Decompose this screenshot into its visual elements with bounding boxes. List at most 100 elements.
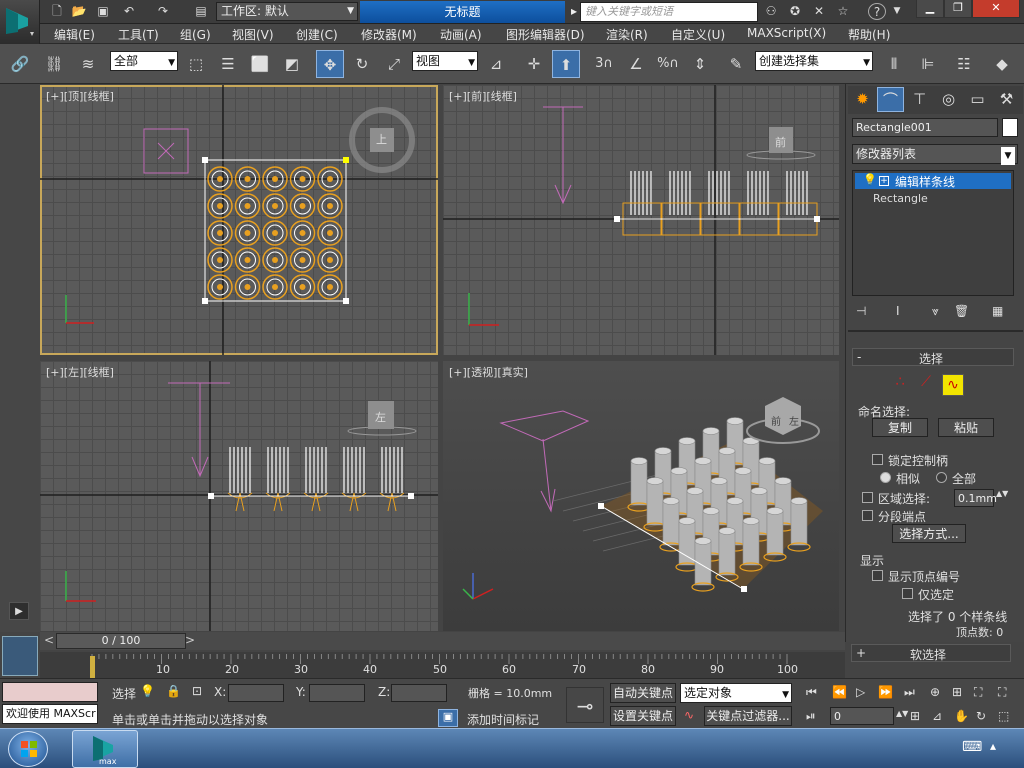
modify-tab-icon[interactable]: ⌒ (877, 87, 904, 112)
expand-icon[interactable]: + (879, 176, 889, 186)
segment-end-checkbox[interactable] (862, 510, 873, 521)
area-select-field[interactable]: 0.1mm (954, 489, 997, 507)
workspace-dropdown[interactable]: 工作区: 默认 ▼ (216, 2, 358, 21)
stack-item-edit-spline[interactable]: 💡 + 编辑样条线 (855, 173, 1011, 189)
area-select-checkbox[interactable] (862, 492, 873, 503)
viewcube-top-label[interactable]: 上 (376, 131, 387, 147)
menu-group[interactable]: 组(G) (180, 26, 211, 43)
pan-icon[interactable]: ✋ (954, 709, 969, 723)
menu-modifiers[interactable]: 修改器(M) (361, 26, 417, 43)
isolate-toggle-icon[interactable]: 💡 (140, 684, 155, 698)
viewport-top[interactable]: [+][顶][线框] 上 (40, 85, 438, 355)
absolute-mode-icon[interactable]: ⊡ (192, 684, 202, 698)
motion-tab-icon[interactable]: ◎ (935, 87, 962, 112)
viewcube-left-label[interactable]: 左 (375, 409, 386, 425)
open-file-icon[interactable]: 📂 (70, 3, 88, 20)
select-by-button[interactable]: 选择方式... (892, 524, 966, 543)
mirror-icon[interactable]: ⫴ (880, 50, 908, 78)
menu-customize[interactable]: 自定义(U) (671, 26, 725, 43)
selection-lock-icon[interactable]: 🔒 (166, 684, 181, 698)
bind-space-warp-icon[interactable]: ≋ (74, 50, 102, 78)
select-and-move-icon[interactable]: ✥ (316, 50, 344, 78)
pin-stack-icon[interactable]: ⊣ (856, 304, 866, 318)
time-next-icon[interactable]: > (185, 633, 195, 647)
project-folder-icon[interactable]: ▤ (192, 3, 210, 20)
viewcube-front-label[interactable]: 前 (775, 134, 786, 150)
viewport-left[interactable]: [+][左][线框] 左 (40, 361, 438, 631)
named-selection-set-dropdown[interactable]: 创建选择集 ▼ (755, 51, 873, 71)
add-time-tag-label[interactable]: 添加时间标记 (467, 711, 539, 728)
display-tab-icon[interactable]: ▭ (964, 87, 991, 112)
window-crossing-icon[interactable]: ◩ (278, 50, 306, 78)
select-and-rotate-icon[interactable]: ↻ (348, 50, 376, 78)
angle-snap-icon[interactable]: ∠ (622, 50, 650, 78)
goto-end-icon[interactable]: ⏭ (904, 685, 915, 700)
keyboard-tray-icon[interactable]: ⌨ (962, 739, 982, 755)
z-coordinate-field[interactable] (391, 684, 447, 702)
field-of-view-icon[interactable]: ⊿ (932, 709, 942, 723)
key-filters-button[interactable]: 关键点过滤器... (704, 706, 792, 726)
lock-handles-checkbox[interactable] (872, 454, 883, 465)
selection-rollout-header[interactable]: - 选择 (852, 348, 1014, 366)
menu-animation[interactable]: 动画(A) (440, 26, 482, 43)
redo-icon[interactable]: ↷ (154, 3, 172, 20)
goto-start-icon[interactable]: ⏮ (806, 685, 817, 700)
menu-views[interactable]: 视图(V) (232, 26, 274, 43)
subscription-icon[interactable]: ✪ (786, 3, 804, 20)
time-slider[interactable]: < 0 / 100 > (40, 632, 845, 650)
play-icon[interactable]: ▷ (856, 685, 865, 699)
zoom-all-icon[interactable]: ⊞ (952, 685, 962, 699)
auto-key-button[interactable]: 自动关键点 (610, 683, 676, 703)
communication-icon[interactable]: ✕ (810, 3, 828, 20)
taskbar-3dsmax[interactable]: max (72, 730, 138, 768)
edit-named-selection-icon[interactable]: ✎ (722, 50, 750, 78)
snaps-toggle-icon[interactable]: 3∩ (590, 50, 618, 78)
viewport-perspective-label[interactable]: [+][透视][真实] (449, 364, 528, 380)
modifier-list-dropdown[interactable]: 修改器列表 ▼ (852, 144, 1018, 165)
new-file-icon[interactable]: 🗋 (48, 3, 66, 20)
selected-only-checkbox[interactable] (902, 588, 913, 599)
show-end-result-icon[interactable]: Ⅰ (896, 304, 900, 318)
layer-manager-icon[interactable]: ☷ (950, 50, 978, 78)
select-and-scale-icon[interactable]: ⤢ (380, 50, 408, 78)
current-frame-field[interactable]: 0 (830, 707, 894, 725)
zoom-icon[interactable]: ⊕ (930, 685, 940, 699)
viewport-front-label[interactable]: [+][前][线框] (449, 88, 517, 104)
segment-mode-icon[interactable]: ⟋ (916, 374, 936, 394)
close-button[interactable]: ✕ (972, 0, 1020, 18)
time-slider-thumb[interactable]: 0 / 100 (56, 633, 186, 649)
viewcube-persp-front[interactable]: 前 (771, 413, 781, 428)
viewport-perspective[interactable]: [+][透视][真实] 前 左 (443, 361, 839, 631)
maxscript-listener-top[interactable] (2, 682, 98, 702)
lightbulb-icon[interactable]: 💡 (863, 173, 877, 186)
menu-edit[interactable]: 编辑(E) (54, 26, 95, 43)
viewcube-persp-left[interactable]: 左 (789, 413, 799, 428)
select-object-icon[interactable]: ⬚ (182, 50, 210, 78)
tray-arrow-icon[interactable]: ▴ (990, 739, 996, 753)
time-config-icon[interactable]: ⊞ (910, 709, 920, 723)
binoculars-icon[interactable]: ⚇ (762, 3, 780, 20)
maximize-button[interactable]: ❐ (944, 0, 972, 18)
maximize-viewport-icon[interactable]: ⬚ (998, 709, 1009, 723)
soft-selection-rollout-header[interactable]: + 软选择 (851, 644, 1011, 662)
configure-sets-icon[interactable]: ▦ (992, 304, 1003, 318)
viewport-top-label[interactable]: [+][顶][线框] (46, 88, 114, 104)
menu-graph-editors[interactable]: 图形编辑器(D) (506, 26, 585, 43)
select-by-name-icon[interactable]: ☰ (214, 50, 242, 78)
make-unique-icon[interactable]: ⩔ (932, 304, 939, 319)
key-filters-icon[interactable]: ∿ (684, 708, 694, 722)
similar-radio[interactable] (880, 472, 891, 483)
spline-mode-icon[interactable]: ∿ (942, 374, 964, 396)
time-prev-icon[interactable]: < (44, 633, 54, 647)
copy-button[interactable]: 复制 (872, 418, 928, 437)
align-icon[interactable]: ⊫ (914, 50, 942, 78)
menu-maxscript[interactable]: MAXScript(X) (747, 26, 826, 40)
keyboard-shortcut-override-icon[interactable]: ⬆ (552, 50, 580, 78)
spinner-icon[interactable]: ▲▼ (996, 489, 1008, 498)
create-tab-icon[interactable]: ✹ (849, 87, 876, 112)
minimize-button[interactable]: ▁ (916, 0, 944, 18)
all-radio[interactable] (936, 472, 947, 483)
x-coordinate-field[interactable] (228, 684, 284, 702)
rectangular-selection-icon[interactable]: ⬜ (246, 50, 274, 78)
orbit-icon[interactable]: ↻ (976, 709, 986, 723)
